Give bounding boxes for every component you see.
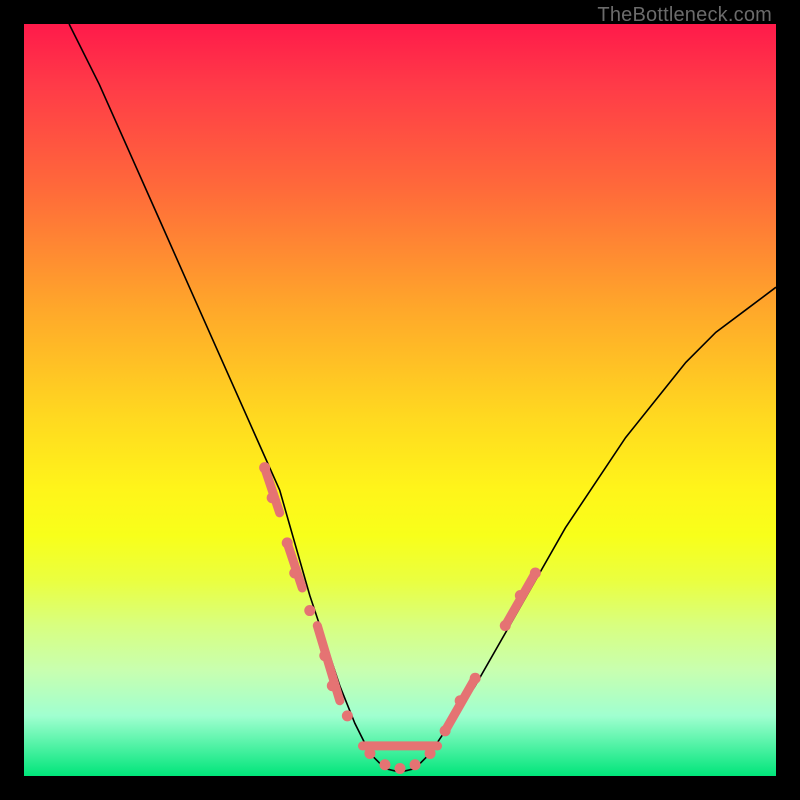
left-cluster-a [267, 492, 278, 503]
right-cluster-top-c [530, 567, 541, 578]
marker-segments [265, 468, 536, 746]
right-cluster-c [470, 673, 481, 684]
left-cluster-e [319, 650, 330, 661]
valley-e [425, 748, 436, 759]
chart-frame [24, 24, 776, 776]
right-cluster-b [455, 695, 466, 706]
marker-dots [259, 462, 541, 774]
left-cluster-g [342, 710, 353, 721]
left-cluster-top [259, 462, 270, 473]
valley-b [379, 759, 390, 770]
left-cluster-f [327, 680, 338, 691]
right-cluster-top-b [515, 590, 526, 601]
left-cluster-b [282, 537, 293, 548]
right-cluster-a [440, 725, 451, 736]
bottleneck-curve [69, 24, 776, 772]
valley-c [395, 763, 406, 774]
valley-d [410, 759, 421, 770]
chart-svg [24, 24, 776, 776]
left-seg-2 [287, 543, 302, 588]
left-cluster-c [289, 567, 300, 578]
left-cluster-d [304, 605, 315, 616]
right-cluster-top-a [500, 620, 511, 631]
valley-a [364, 748, 375, 759]
watermark-text: TheBottleneck.com [597, 4, 772, 27]
